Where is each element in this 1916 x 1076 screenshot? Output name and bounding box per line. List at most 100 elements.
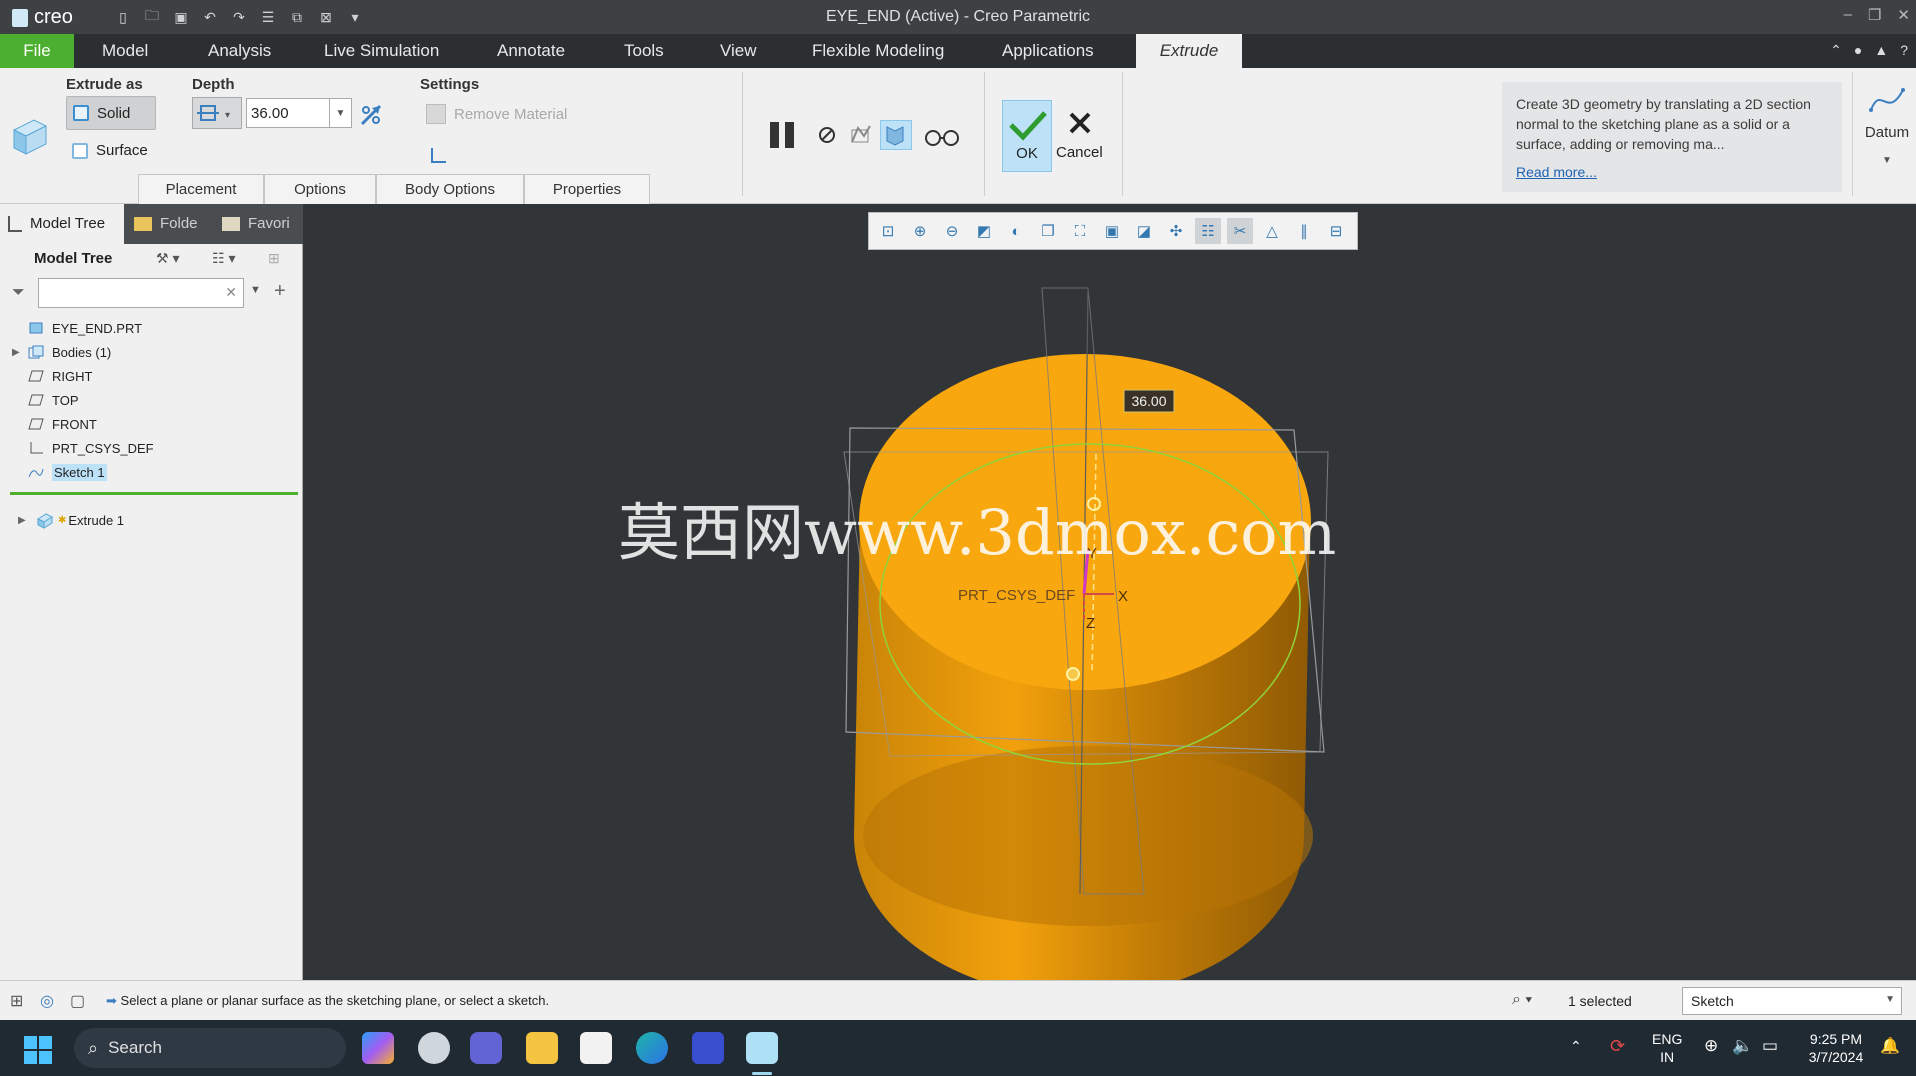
clock[interactable]: 9:25 PM 3/7/2024 xyxy=(1800,1030,1872,1066)
new-file-icon[interactable]: ▯ xyxy=(112,7,134,27)
edge-icon[interactable] xyxy=(636,1032,668,1064)
flip-direction-icon[interactable] xyxy=(358,102,384,128)
subtab-properties[interactable]: Properties xyxy=(524,174,650,204)
teams-icon[interactable] xyxy=(470,1032,502,1064)
sketch-display-icon[interactable]: ✂ xyxy=(1227,218,1253,244)
copilot-icon[interactable] xyxy=(362,1032,394,1064)
tree-item-sketch-1[interactable]: Sketch 1 xyxy=(0,460,303,484)
ok-button[interactable]: OK xyxy=(1002,100,1052,172)
file-explorer-icon[interactable] xyxy=(526,1032,558,1064)
navigator-toggle-icon[interactable]: ⊞ xyxy=(10,991,23,1011)
tab-analysis[interactable]: Analysis xyxy=(194,34,285,68)
taskbar-search[interactable]: ⌕ Search xyxy=(74,1028,346,1068)
tab-live-simulation[interactable]: Live Simulation xyxy=(310,34,453,68)
tab-extrude[interactable]: Extrude xyxy=(1136,34,1242,68)
spin-center-icon[interactable]: △ xyxy=(1259,218,1285,244)
tree-item-bodies-1[interactable]: ▶ Bodies (1) xyxy=(0,340,303,364)
perspective-icon[interactable]: ▣ xyxy=(1099,218,1125,244)
close-window-icon[interactable]: ⊠ xyxy=(315,7,337,27)
tree-item-eye-end-prt[interactable]: EYE_END.PRT xyxy=(0,316,303,340)
verify-mode-icon[interactable] xyxy=(880,120,912,150)
expand-arrow-icon[interactable]: ▶ xyxy=(18,515,28,526)
tree-search-input[interactable]: ✕ xyxy=(38,278,244,308)
cancel-button[interactable]: Cancel xyxy=(1056,100,1103,172)
redo-icon[interactable]: ↷ xyxy=(228,7,250,27)
zoom-out-icon[interactable]: ⊖ xyxy=(939,218,965,244)
datum-display-icon[interactable]: ✣ xyxy=(1163,218,1189,244)
tree-item-front[interactable]: FRONT xyxy=(0,412,303,436)
saved-orientations-icon[interactable]: ❒ xyxy=(1035,218,1061,244)
sync-icon[interactable]: ⟳ xyxy=(1610,1036,1625,1057)
mathcad-icon[interactable] xyxy=(692,1032,724,1064)
weather-icon[interactable] xyxy=(418,1032,450,1064)
datum-dropdown-icon[interactable]: ▼ xyxy=(1858,155,1916,166)
browser-toggle-icon[interactable]: ◎ xyxy=(40,991,54,1011)
undo-icon[interactable]: ↶ xyxy=(199,7,221,27)
tree-settings-icon[interactable]: ⚒ ▾ xyxy=(156,250,196,272)
section-icon[interactable]: ◪ xyxy=(1131,218,1157,244)
subtab-options[interactable]: Options xyxy=(264,174,376,204)
separate-preview-icon[interactable] xyxy=(848,122,874,148)
restore-icon[interactable]: ❐ xyxy=(1868,6,1881,24)
tree-filter-toggle-icon[interactable]: ⊞ xyxy=(268,250,292,272)
add-icon[interactable]: + xyxy=(274,280,286,303)
notifications-icon[interactable]: 🔔 xyxy=(1880,1036,1900,1056)
network-icon[interactable]: ⊕ xyxy=(1704,1036,1718,1056)
creo-taskbar-icon[interactable] xyxy=(746,1032,778,1064)
depth-dropdown[interactable]: ▼ xyxy=(330,98,352,128)
depth-value-input[interactable]: 36.00 xyxy=(246,98,330,128)
tab-folder-browser[interactable]: Folde xyxy=(126,204,220,244)
view-manager-icon[interactable]: ⛶ xyxy=(1067,218,1093,244)
tab-favorites[interactable]: Favori xyxy=(214,204,303,244)
open-folder-icon[interactable]: 🗀 xyxy=(141,7,163,27)
tree-item-extrude-1[interactable]: ▶ ✱ Extrude 1 xyxy=(18,508,298,532)
selection-filter-dropdown[interactable]: Sketch ▼ xyxy=(1682,987,1902,1015)
tree-item-prt-csys-def[interactable]: PRT_CSYS_DEF xyxy=(0,436,303,460)
help-icon[interactable]: ? xyxy=(1900,42,1908,59)
tab-model-tree[interactable]: Model Tree xyxy=(0,204,124,244)
regenerate-icon[interactable]: ☰ xyxy=(257,7,279,27)
solid-button[interactable]: Solid xyxy=(66,96,156,130)
graphics-window[interactable]: PRT_CSYS_DEF X Y Z 36.00 莫西网www.3dmox.co… xyxy=(304,204,1916,980)
clear-icon[interactable]: ✕ xyxy=(225,284,237,301)
tab-applications[interactable]: Applications xyxy=(988,34,1108,68)
input-language[interactable]: ENG IN xyxy=(1652,1030,1682,1066)
tree-item-right[interactable]: RIGHT xyxy=(0,364,303,388)
insert-locator[interactable] xyxy=(10,492,298,495)
tray-chevron-icon[interactable]: ⌃ xyxy=(1570,1038,1582,1055)
learning-icon[interactable]: ▲ xyxy=(1874,42,1888,59)
full-screen-icon[interactable]: ▢ xyxy=(70,991,85,1011)
subtab-placement[interactable]: Placement xyxy=(138,174,264,204)
zoom-in-icon[interactable]: ⊕ xyxy=(907,218,933,244)
store-icon[interactable] xyxy=(580,1032,612,1064)
datum-button[interactable]: Datum ▼ xyxy=(1858,74,1916,194)
extra-view-icon[interactable]: ⊟ xyxy=(1323,218,1349,244)
minimize-icon[interactable]: – xyxy=(1844,6,1852,24)
tab-tools[interactable]: Tools xyxy=(610,34,678,68)
close-icon[interactable]: ✕ xyxy=(1897,6,1910,24)
subtab-body-options[interactable]: Body Options xyxy=(376,174,524,204)
pause-regen-icon[interactable]: ∥ xyxy=(1291,218,1317,244)
display-style-icon[interactable]: ◐ xyxy=(1003,218,1029,244)
volume-icon[interactable]: 🔈 xyxy=(1732,1036,1753,1056)
tab-flexible-modeling[interactable]: Flexible Modeling xyxy=(798,34,958,68)
notification-icon[interactable]: ● xyxy=(1854,42,1862,59)
search-dropdown-icon[interactable]: ▼ xyxy=(250,284,261,296)
refit-icon[interactable]: ⊡ xyxy=(875,218,901,244)
surface-button[interactable]: Surface xyxy=(72,142,148,159)
no-preview-icon[interactable] xyxy=(818,126,836,144)
tree-show-icon[interactable]: ☷ ▾ xyxy=(212,250,252,272)
minimize-ribbon-icon[interactable]: ⌃ xyxy=(1830,42,1842,59)
windows-icon[interactable]: ⧉ xyxy=(286,7,308,27)
remove-material-button[interactable]: Remove Material xyxy=(426,104,567,124)
find-icon[interactable]: ⌕ ▾ xyxy=(1512,991,1532,1009)
pause-icon[interactable] xyxy=(768,120,800,150)
tab-file[interactable]: File xyxy=(0,34,74,68)
save-icon[interactable]: ▣ xyxy=(170,7,192,27)
depth-type-button[interactable]: ▾ xyxy=(192,97,242,129)
model-view[interactable]: PRT_CSYS_DEF X Y Z 36.00 莫西网www.3dmox.co… xyxy=(304,204,1916,980)
tab-annotate[interactable]: Annotate xyxy=(483,34,579,68)
customize-qat-icon[interactable]: ▾ xyxy=(344,7,366,27)
battery-icon[interactable]: ▭ xyxy=(1762,1036,1778,1056)
repaint-icon[interactable]: ◩ xyxy=(971,218,997,244)
